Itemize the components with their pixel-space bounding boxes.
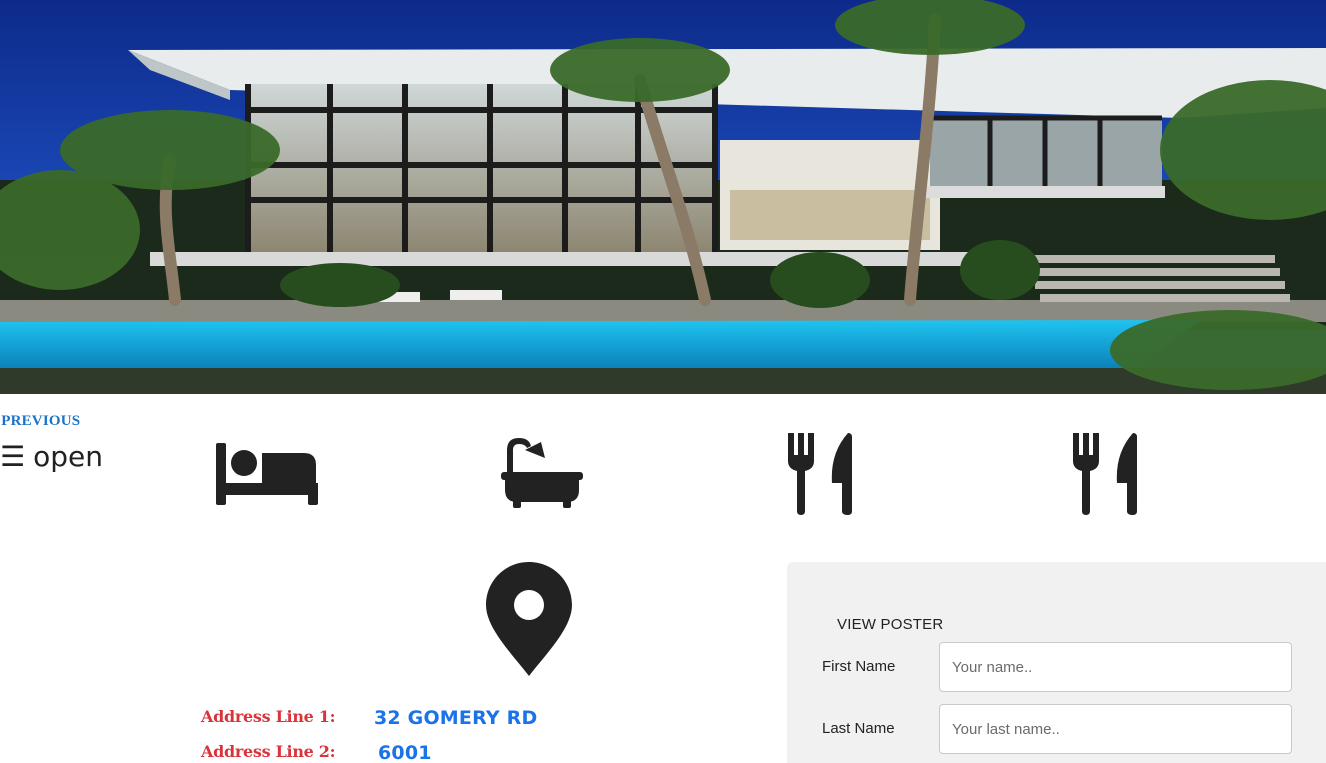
location-pin-icon (486, 562, 572, 676)
previous-link[interactable]: ‹PREVIOUS (0, 413, 80, 430)
dining-icon (1073, 433, 1137, 515)
hamburger-icon: ☰ (0, 440, 26, 473)
last-name-label: Last Name (822, 720, 895, 737)
property-page: ‹PREVIOUS ☰ open (0, 0, 1326, 763)
address-line-2-label: Address Line 2: (201, 742, 336, 761)
last-name-input[interactable] (939, 704, 1292, 754)
bed-icon (216, 443, 318, 505)
dining-icon (788, 433, 852, 515)
address-line-2-value: 6001 (378, 742, 432, 763)
previous-label: PREVIOUS (1, 413, 81, 429)
address-line-1-label: Address Line 1: (201, 707, 336, 726)
first-name-label: First Name (822, 658, 896, 675)
open-menu-toggle[interactable]: ☰ open (0, 440, 103, 473)
first-name-input[interactable] (939, 642, 1292, 692)
contact-form-panel: VIEW POSTER First Name Last Name (787, 562, 1326, 763)
view-poster-button[interactable]: VIEW POSTER (837, 616, 943, 633)
villa-illustration (0, 0, 1326, 394)
hero-image (0, 0, 1326, 394)
address-line-1-value: 32 GOMERY RD (374, 707, 538, 729)
open-label: open (33, 440, 103, 473)
bath-icon (501, 438, 583, 508)
